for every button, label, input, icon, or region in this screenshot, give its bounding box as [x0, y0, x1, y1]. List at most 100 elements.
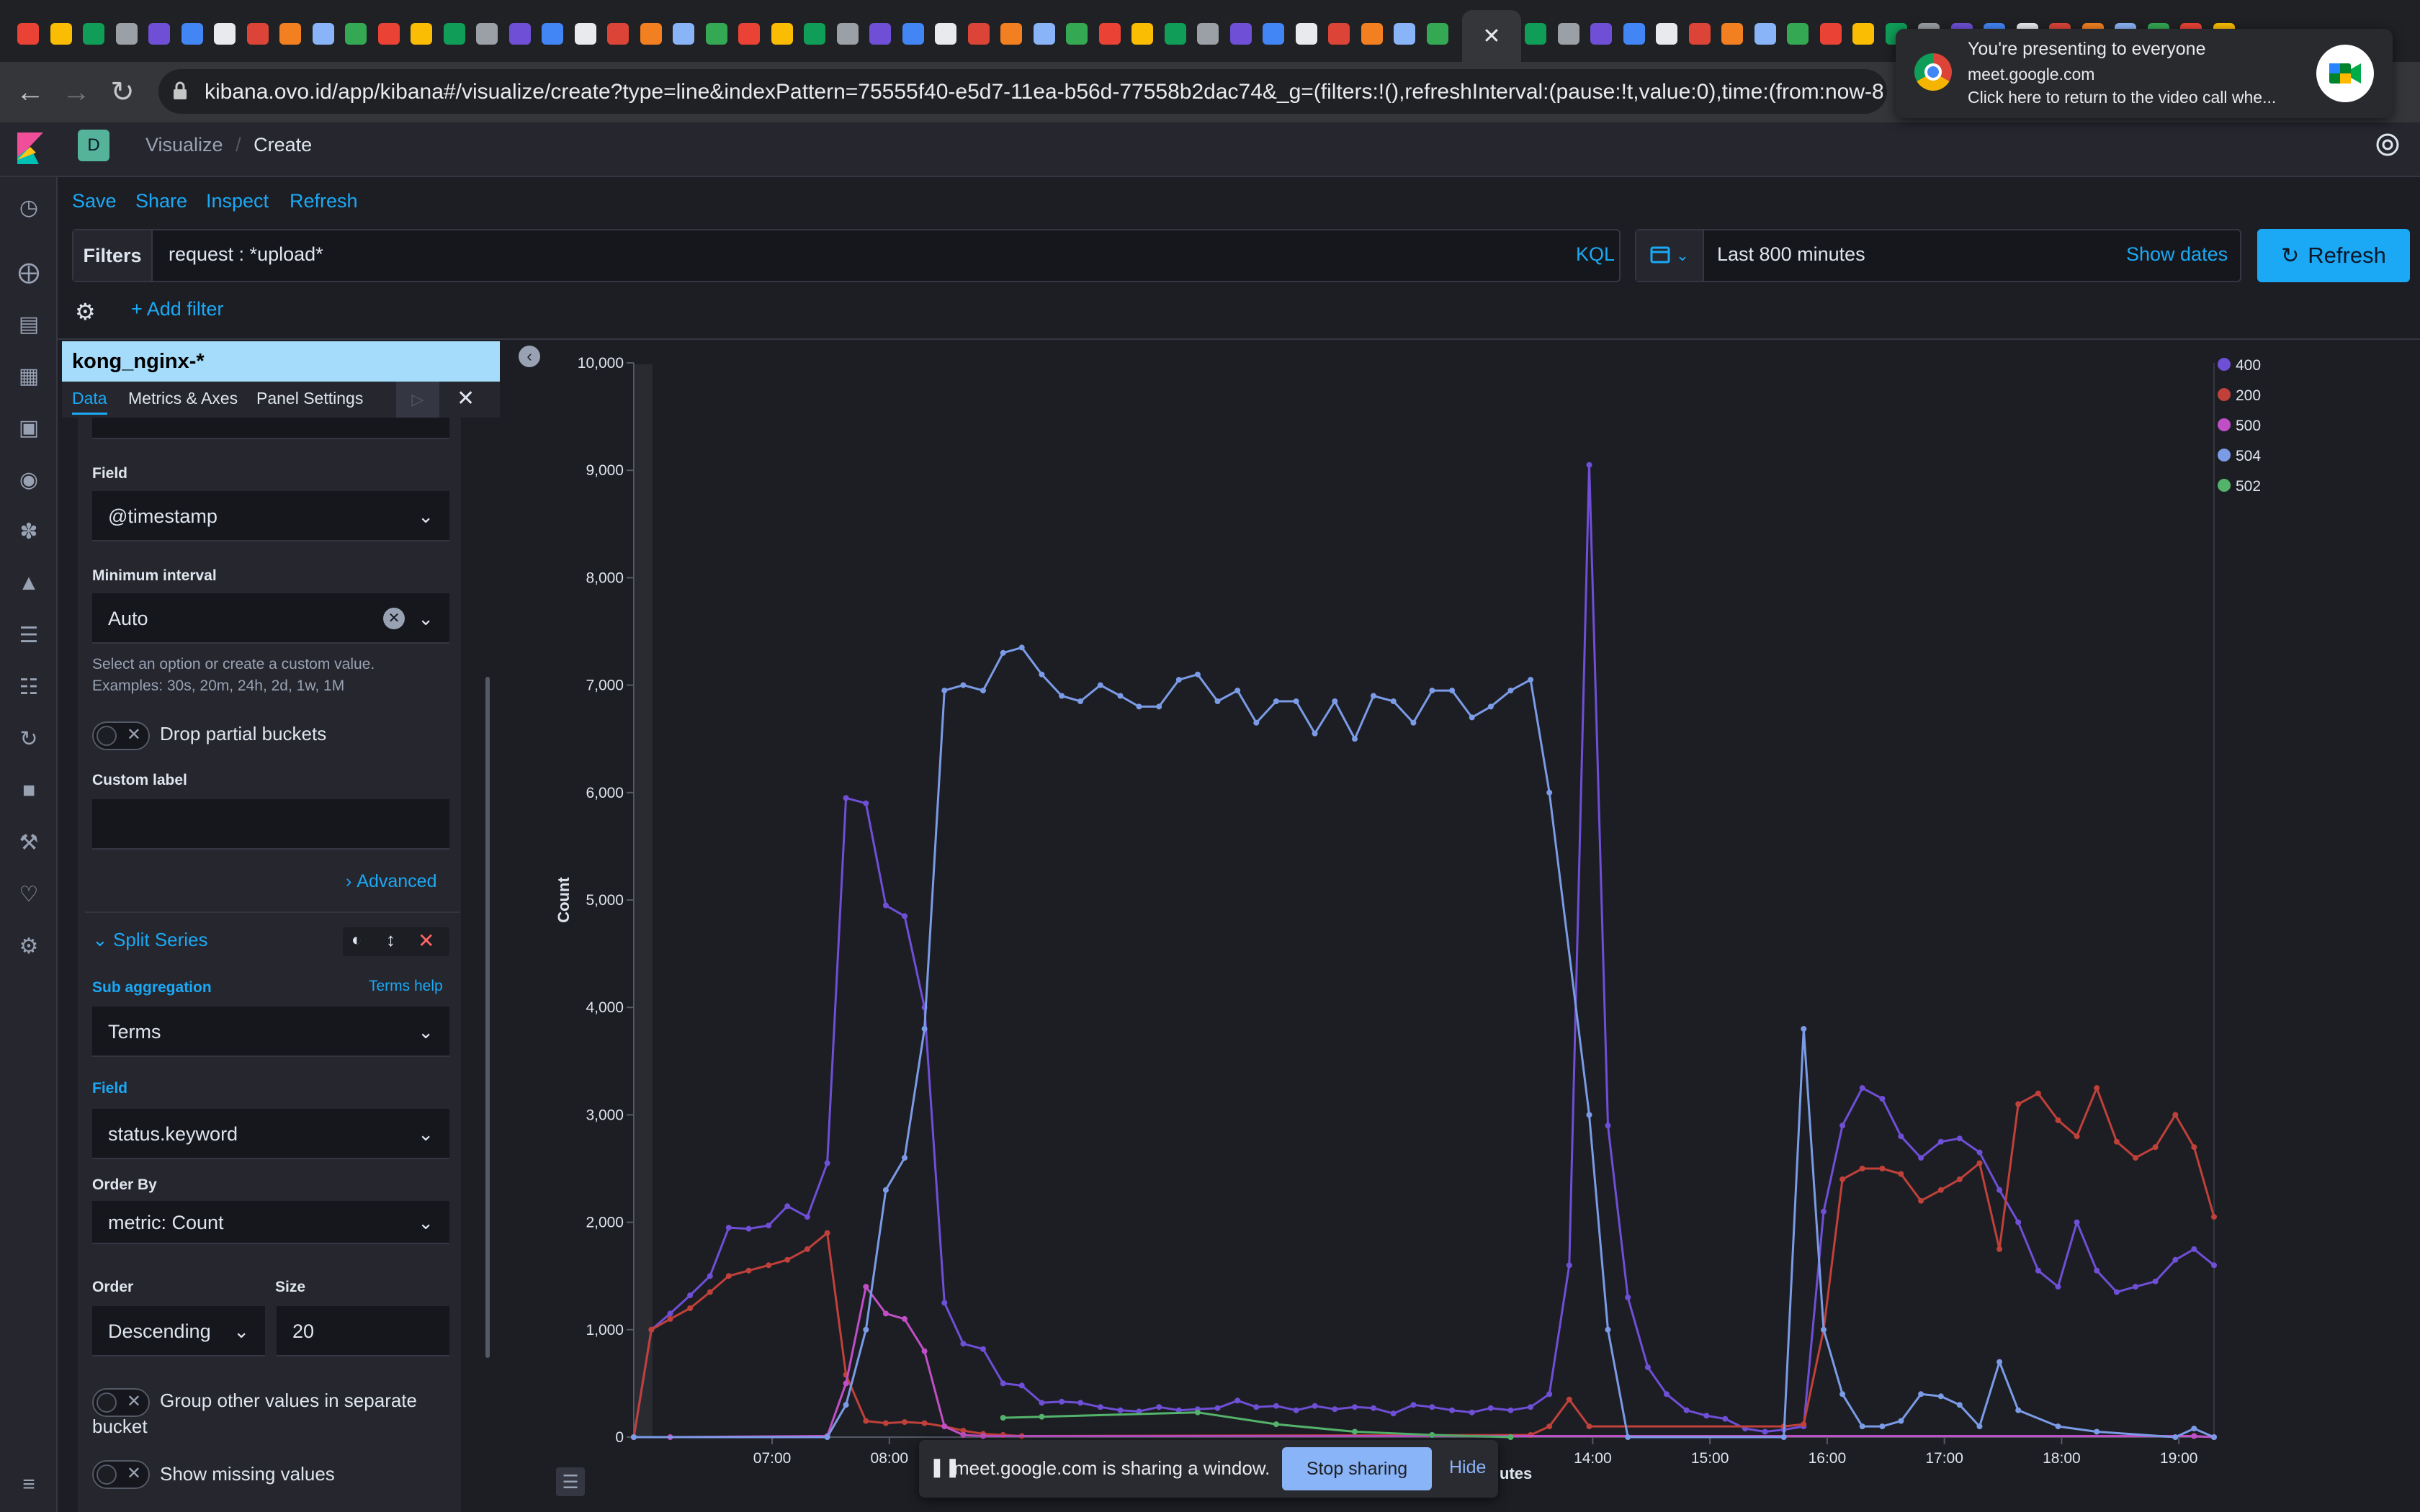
- browser-tab-favicon-icon[interactable]: [1131, 23, 1153, 45]
- data-point-400[interactable]: [667, 1310, 673, 1317]
- data-point-200[interactable]: [2113, 1138, 2120, 1145]
- browser-tab-favicon-icon[interactable]: [1590, 23, 1612, 45]
- calendar-quick-menu[interactable]: ⌄: [1636, 230, 1704, 281]
- min-interval-combobox[interactable]: Auto ✕ ⌄: [92, 593, 449, 644]
- data-point-400[interactable]: [766, 1223, 772, 1229]
- data-point-500[interactable]: [2191, 1433, 2197, 1439]
- data-point-400[interactable]: [1059, 1398, 1065, 1405]
- discover-compass-icon[interactable]: ⨁: [16, 259, 42, 285]
- kql-toggle[interactable]: KQL: [1576, 243, 1615, 266]
- data-point-200[interactable]: [1801, 1421, 1807, 1428]
- browser-tab-favicon-icon[interactable]: [574, 23, 596, 45]
- legend-swatch-502[interactable]: [2218, 479, 2231, 492]
- data-point-400[interactable]: [1097, 1404, 1103, 1410]
- data-point-400[interactable]: [725, 1225, 732, 1231]
- legend-swatch-504[interactable]: [2218, 449, 2231, 462]
- legend-swatch-500[interactable]: [2218, 418, 2231, 431]
- data-point-504[interactable]: [1879, 1423, 1886, 1430]
- data-point-502[interactable]: [1000, 1415, 1006, 1421]
- tab-data[interactable]: Data: [72, 389, 107, 415]
- data-point-400[interactable]: [902, 913, 908, 919]
- data-point-400[interactable]: [1937, 1138, 1944, 1145]
- data-point-200[interactable]: [2152, 1144, 2159, 1151]
- browser-tab-favicon-icon[interactable]: [1623, 23, 1645, 45]
- data-point-400[interactable]: [1605, 1122, 1611, 1129]
- data-point-400[interactable]: [784, 1203, 791, 1210]
- data-point-200[interactable]: [2191, 1144, 2197, 1151]
- browser-tab-favicon-icon[interactable]: [607, 23, 629, 45]
- data-point-504[interactable]: [921, 1026, 928, 1032]
- data-point-504[interactable]: [824, 1434, 830, 1440]
- data-point-504[interactable]: [631, 1434, 637, 1440]
- browser-tab-favicon-icon[interactable]: [1525, 23, 1546, 45]
- browser-tab-favicon-icon[interactable]: [411, 23, 432, 45]
- data-point-504[interactable]: [1780, 1434, 1787, 1440]
- data-point-200[interactable]: [1566, 1396, 1572, 1403]
- data-point-400[interactable]: [1528, 1404, 1534, 1410]
- data-point-502[interactable]: [1273, 1421, 1279, 1428]
- data-point-504[interactable]: [1937, 1393, 1944, 1400]
- browser-tab-favicon-icon[interactable]: [246, 23, 269, 45]
- legend-item-504[interactable]: 504: [2236, 448, 2261, 464]
- data-point-504[interactable]: [1018, 644, 1025, 651]
- data-point-400[interactable]: [687, 1292, 694, 1299]
- data-point-400[interactable]: [980, 1346, 986, 1352]
- browser-tab-favicon-icon[interactable]: [1361, 23, 1383, 45]
- browser-tab-favicon-icon[interactable]: [1295, 23, 1317, 45]
- data-point-400[interactable]: [1956, 1135, 1963, 1142]
- data-point-400[interactable]: [1722, 1416, 1729, 1422]
- series-line-200[interactable]: [632, 1086, 2215, 1438]
- browser-tab-favicon-icon[interactable]: [1229, 23, 1252, 45]
- data-point-504[interactable]: [1469, 714, 1475, 721]
- field-select[interactable]: @timestamp ⌄: [92, 491, 449, 541]
- data-point-504[interactable]: [1059, 693, 1065, 699]
- data-point-400[interactable]: [1663, 1391, 1670, 1398]
- data-point-504[interactable]: [1371, 693, 1376, 699]
- meet-notification[interactable]: You're presenting to everyone meet.googl…: [1896, 29, 2393, 118]
- browser-tab-favicon-icon[interactable]: [1688, 23, 1711, 45]
- series-line-500[interactable]: [634, 1285, 2215, 1439]
- inspect-link[interactable]: Inspect: [206, 189, 269, 213]
- data-point-400[interactable]: [1507, 1407, 1514, 1413]
- browser-tab-favicon-icon[interactable]: [1852, 23, 1874, 45]
- browser-tab-favicon-icon[interactable]: [1394, 23, 1415, 45]
- hide-button[interactable]: Hide: [1449, 1457, 1486, 1478]
- data-point-504[interactable]: [1487, 703, 1494, 710]
- data-point-200[interactable]: [1956, 1176, 1963, 1182]
- siem-lock-icon[interactable]: ■: [16, 778, 42, 804]
- infrastructure-icon[interactable]: ▲: [16, 570, 42, 596]
- data-point-400[interactable]: [2074, 1219, 2080, 1225]
- data-point-504[interactable]: [1000, 649, 1006, 656]
- data-point-504[interactable]: [1136, 703, 1142, 710]
- data-point-400[interactable]: [1625, 1295, 1631, 1300]
- browser-tab-favicon-icon[interactable]: [967, 23, 990, 45]
- tab-metrics-axes[interactable]: Metrics & Axes: [128, 389, 238, 408]
- browser-tab-favicon-icon[interactable]: [1098, 23, 1121, 45]
- data-point-502[interactable]: [1194, 1409, 1201, 1416]
- data-point-504[interactable]: [1918, 1391, 1924, 1398]
- data-point-200[interactable]: [725, 1273, 732, 1279]
- data-point-504[interactable]: [1175, 677, 1182, 683]
- active-tab[interactable]: ✕: [1462, 10, 1521, 62]
- data-point-400[interactable]: [824, 1160, 830, 1166]
- data-point-400[interactable]: [1566, 1262, 1572, 1269]
- browser-tab-favicon-icon[interactable]: [115, 23, 138, 45]
- browser-tab-favicon-icon[interactable]: [771, 23, 793, 45]
- data-point-504[interactable]: [1117, 693, 1124, 699]
- data-point-400[interactable]: [882, 902, 889, 909]
- data-point-400[interactable]: [1879, 1096, 1886, 1102]
- refresh-button[interactable]: ↻ Refresh: [2257, 229, 2410, 282]
- browser-tab-favicon-icon[interactable]: [869, 23, 891, 45]
- browser-tab-favicon-icon[interactable]: [508, 23, 531, 45]
- data-point-504[interactable]: [1234, 688, 1241, 694]
- data-point-400[interactable]: [745, 1225, 752, 1232]
- refresh-link[interactable]: Refresh: [290, 189, 358, 213]
- data-point-200[interactable]: [1546, 1423, 1553, 1430]
- data-point-200[interactable]: [902, 1419, 908, 1426]
- data-point-504[interactable]: [2015, 1407, 2022, 1413]
- data-point-400[interactable]: [960, 1341, 967, 1347]
- share-link[interactable]: Share: [135, 189, 187, 213]
- data-point-400[interactable]: [1156, 1404, 1162, 1410]
- save-link[interactable]: Save: [72, 189, 117, 213]
- order-select[interactable]: Descending ⌄: [92, 1306, 265, 1356]
